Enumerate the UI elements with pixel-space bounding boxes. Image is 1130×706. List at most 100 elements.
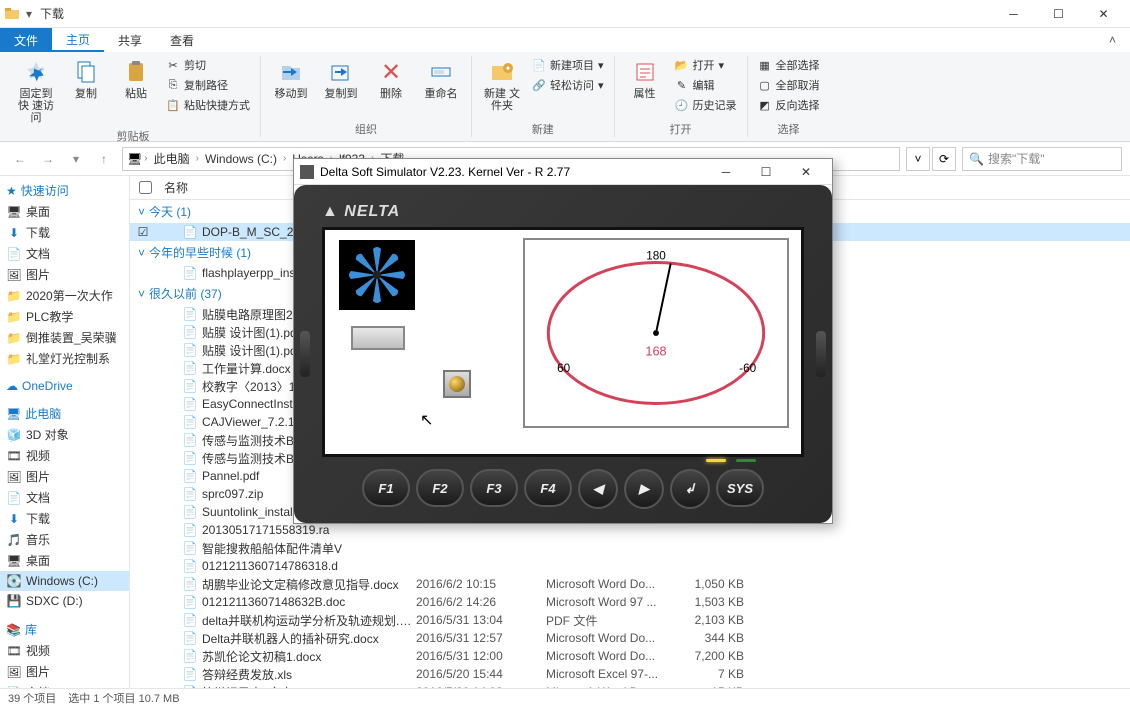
tree-sdxc[interactable]: 💾SDXC (D:) <box>0 591 129 611</box>
tree-folder1[interactable]: 📁2020第一次大作 <box>0 285 129 306</box>
selectall-button[interactable]: ▦全部选择 <box>756 56 822 74</box>
tree-videos[interactable]: 🎞视频 <box>0 445 129 466</box>
hmi-right-button[interactable]: ▶ <box>624 469 664 509</box>
file-row[interactable]: 📄01212113607148632B.doc2016/6/2 14:26Mic… <box>130 593 1130 611</box>
tree-lpics[interactable]: 🖼图片 <box>0 661 129 682</box>
lamp-bulb-icon <box>449 376 465 392</box>
history-button[interactable]: 🕘历史记录 <box>673 96 739 114</box>
tree-3d[interactable]: 🧊3D 对象 <box>0 424 129 445</box>
nav-back-button[interactable]: ← <box>8 147 32 171</box>
copyto-button[interactable]: 复制到 <box>319 56 363 102</box>
tree-ldocs[interactable]: 📄文档 <box>0 682 129 688</box>
properties-button[interactable]: 属性 <box>623 56 667 102</box>
tree-desktop[interactable]: 🖥桌面 <box>0 201 129 222</box>
nav-recent-button[interactable]: ▾ <box>64 147 88 171</box>
hmi-f3-button[interactable]: F3 <box>470 469 518 507</box>
hmi-f4-button[interactable]: F4 <box>524 469 572 507</box>
tab-share[interactable]: 共享 <box>104 28 156 52</box>
file-icon: 📄 <box>182 522 198 538</box>
newfolder-button[interactable]: ✦新建 文件夹 <box>480 56 524 114</box>
tree-desktop2[interactable]: 🖥桌面 <box>0 550 129 571</box>
tab-home[interactable]: 主页 <box>52 28 104 52</box>
gray-button-widget[interactable] <box>351 326 405 350</box>
open-button[interactable]: 📂打开 ▾ <box>673 56 739 74</box>
tree-docs2[interactable]: 📄文档 <box>0 487 129 508</box>
tab-file[interactable]: 文件 <box>0 28 52 52</box>
nav-up-button[interactable]: ↑ <box>92 147 116 171</box>
tree-pictures2[interactable]: 🖼图片 <box>0 466 129 487</box>
tree-folder2[interactable]: 📁PLC教学 <box>0 306 129 327</box>
hmi-f2-button[interactable]: F2 <box>416 469 464 507</box>
newitem-button[interactable]: 📄新建项目 ▾ <box>530 56 606 74</box>
selectnone-button[interactable]: ▢全部取消 <box>756 76 822 94</box>
tree-music[interactable]: 🎵音乐 <box>0 529 129 550</box>
select-all-checkbox[interactable] <box>139 181 152 194</box>
sim-minimize-button[interactable]: ─ <box>706 160 746 184</box>
tree-documents[interactable]: 📄文档 <box>0 243 129 264</box>
crumb-c[interactable]: Windows (C:) <box>201 152 281 166</box>
cut-button[interactable]: ✂剪切 <box>164 56 252 74</box>
file-icon: 📄 <box>182 666 198 682</box>
file-row[interactable]: 📄答辩记录表_空表.docx2016/5/20 14:09Microsoft W… <box>130 683 1130 688</box>
refresh-button[interactable]: ⟳ <box>932 147 956 171</box>
tree-pictures[interactable]: 🖼图片 <box>0 264 129 285</box>
file-row[interactable]: 📄Delta并联机器人的插补研究.docx2016/5/31 12:57Micr… <box>130 629 1130 647</box>
sim-close-button[interactable]: ✕ <box>786 160 826 184</box>
crumb-root[interactable]: 此电脑 <box>150 150 194 167</box>
file-row[interactable]: 📄智能搜救船船体配件清单V <box>130 539 1130 557</box>
lamp-widget[interactable] <box>443 370 471 398</box>
hmi-enter-button[interactable]: ↲ <box>670 469 710 509</box>
hmi-f1-button[interactable]: F1 <box>362 469 410 507</box>
hmi-screen[interactable]: 180 60 -60 168 <box>322 227 804 457</box>
qat-button[interactable]: ▾ <box>26 7 32 21</box>
file-row[interactable]: 📄0121211360714786318.d <box>130 557 1130 575</box>
file-row[interactable]: 📄苏凯伦论文初稿1.docx2016/5/31 12:00Microsoft W… <box>130 647 1130 665</box>
ribbon-collapse-button[interactable]: ˄ <box>1095 28 1130 52</box>
invert-button[interactable]: ◩反向选择 <box>756 96 822 114</box>
tree-onedrive[interactable]: ☁OneDrive <box>0 377 129 395</box>
tree-folder4[interactable]: 📁礼堂灯光控制系 <box>0 348 129 369</box>
breadcrumb-dropdown-button[interactable]: ˅ <box>906 147 930 171</box>
copy-button[interactable]: 复制 <box>64 56 108 102</box>
tree-thispc[interactable]: 🖥此电脑 <box>0 403 129 424</box>
easyaccess-button[interactable]: 🔗轻松访问 ▾ <box>530 76 606 94</box>
tree-downloads[interactable]: ⬇下载 <box>0 222 129 243</box>
file-row[interactable]: 📄胡鹏毕业论文定稿修改意见指导.docx2016/6/2 10:15Micros… <box>130 575 1130 593</box>
paste-button[interactable]: 粘贴 <box>114 56 158 102</box>
simulator-window[interactable]: Delta Soft Simulator V2.23. Kernel Ver -… <box>293 158 833 524</box>
hmi-sys-button[interactable]: SYS <box>716 469 764 507</box>
delete-button[interactable]: ✕删除 <box>369 56 413 102</box>
group-open-label: 打开 <box>670 121 692 137</box>
maximize-button[interactable]: ☐ <box>1036 0 1081 28</box>
rename-button[interactable]: 重命名 <box>419 56 463 102</box>
sim-titlebar[interactable]: Delta Soft Simulator V2.23. Kernel Ver -… <box>294 159 832 185</box>
edit-button[interactable]: ✎编辑 <box>673 76 739 94</box>
copypath-button[interactable]: ⎘复制路径 <box>164 76 252 94</box>
moveto-button[interactable]: 移动到 <box>269 56 313 102</box>
hmi-left-button[interactable]: ◀ <box>578 469 618 509</box>
file-row[interactable]: 📄答辩经费发放.xls2016/5/20 15:44Microsoft Exce… <box>130 665 1130 683</box>
tree-lvideos[interactable]: 🎞视频 <box>0 640 129 661</box>
gauge-widget[interactable]: 180 60 -60 168 <box>523 238 789 428</box>
close-button[interactable]: ✕ <box>1081 0 1126 28</box>
cloud-icon: ☁ <box>6 379 18 393</box>
file-icon: 📄 <box>182 450 198 466</box>
group-select-label: 选择 <box>778 121 800 137</box>
minimize-button[interactable]: ─ <box>991 0 1036 28</box>
fan-widget[interactable] <box>339 240 415 310</box>
nav-tree[interactable]: ★快速访问 🖥桌面 ⬇下载 📄文档 🖼图片 📁2020第一次大作 📁PLC教学 … <box>0 176 130 688</box>
tree-libraries[interactable]: 📚库 <box>0 619 129 640</box>
tree-cdrive[interactable]: 💽Windows (C:) <box>0 571 129 591</box>
sim-maximize-button[interactable]: ☐ <box>746 160 786 184</box>
tree-folder3[interactable]: 📁倒推装置_吴荣骥 <box>0 327 129 348</box>
paste-shortcut-button[interactable]: 📋粘贴快捷方式 <box>164 96 252 114</box>
gauge-label-top: 180 <box>646 250 666 263</box>
file-icon: 📄 <box>182 224 198 240</box>
tree-quick-access[interactable]: ★快速访问 <box>0 180 129 201</box>
nav-forward-button[interactable]: → <box>36 147 60 171</box>
tab-view[interactable]: 查看 <box>156 28 208 52</box>
pin-button[interactable]: 固定到快 速访问 <box>14 56 58 126</box>
file-row[interactable]: 📄delta并联机构运动学分析及轨迹规划.pdf2016/5/31 13:04P… <box>130 611 1130 629</box>
search-input[interactable]: 🔍 搜索"下载" <box>962 147 1122 171</box>
tree-dl2[interactable]: ⬇下载 <box>0 508 129 529</box>
